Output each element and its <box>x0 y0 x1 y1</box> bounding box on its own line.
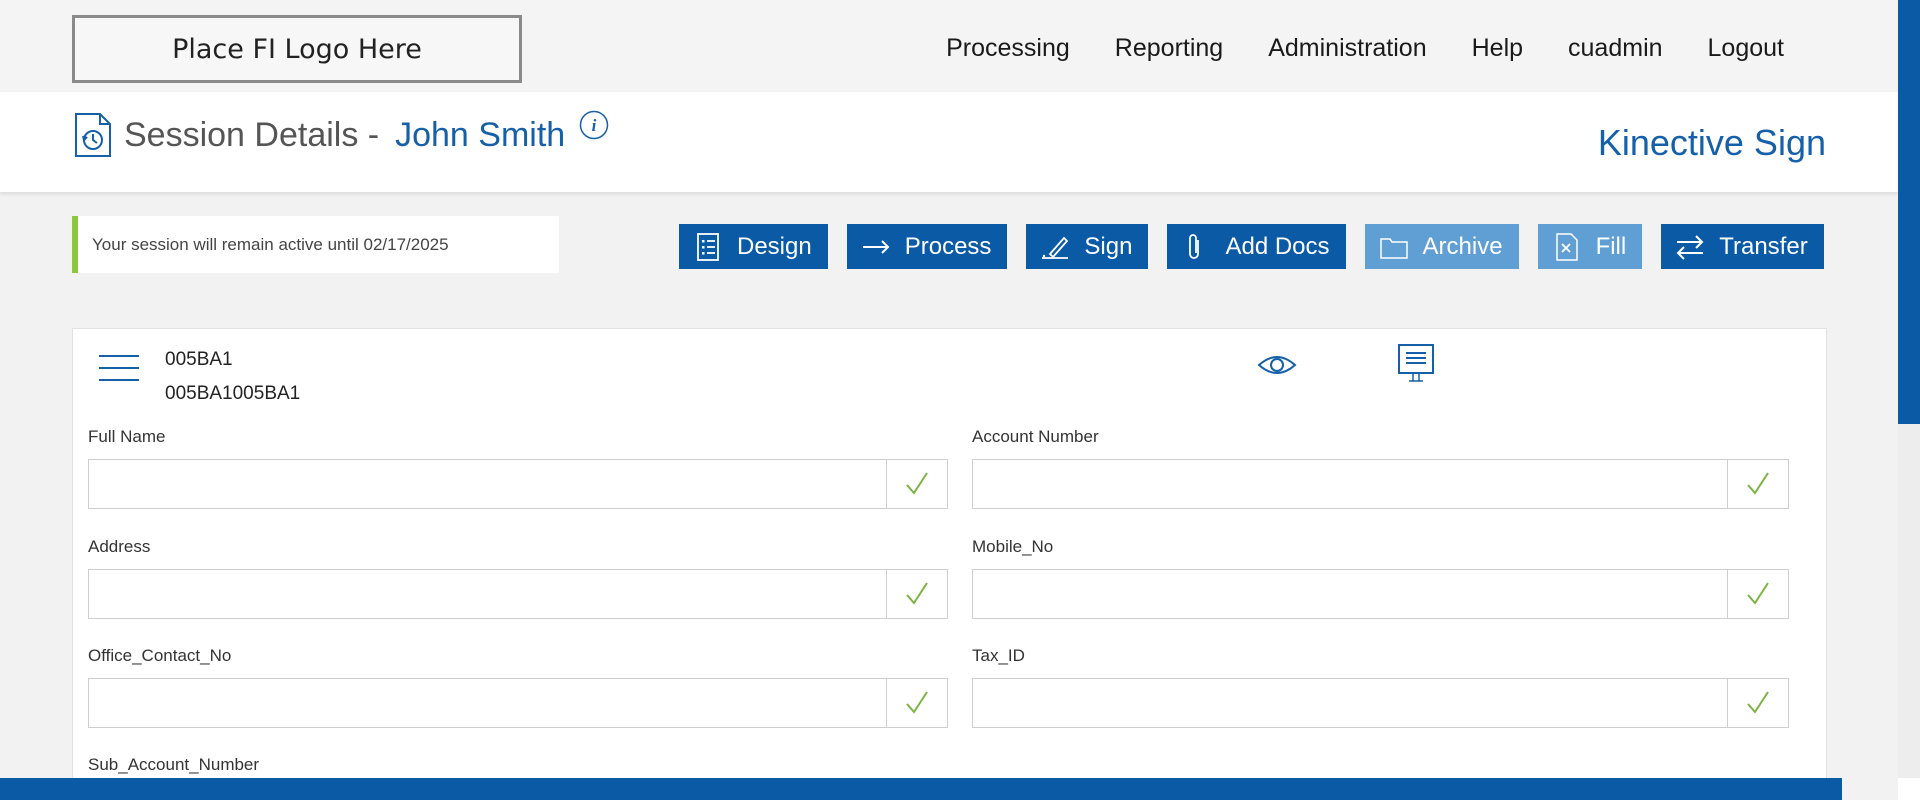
session-details-label: Session Details - <box>124 115 380 154</box>
mobile-no-check-button[interactable] <box>1727 570 1788 618</box>
arrow-right-icon <box>862 239 890 254</box>
monitor-icon[interactable] <box>1397 343 1435 383</box>
document-code: 005BA1 <box>165 349 233 370</box>
hamburger-icon[interactable] <box>99 355 139 383</box>
transfer-button-label: Transfer <box>1719 232 1808 260</box>
nav-administration[interactable]: Administration <box>1268 34 1426 63</box>
top-bar: Place FI Logo Here Processing Reporting … <box>0 0 1898 92</box>
sign-button-label: Sign <box>1084 232 1133 260</box>
account-number-field: Account Number <box>972 427 1789 509</box>
full-name-label: Full Name <box>88 427 166 446</box>
svg-text:i: i <box>592 116 597 135</box>
office-contact-no-input[interactable] <box>89 679 886 727</box>
info-icon[interactable]: i <box>579 110 609 140</box>
check-icon <box>906 691 928 714</box>
tax-id-field: Tax_ID <box>972 646 1789 728</box>
session-expiry-text: Your session will remain active until 02… <box>92 234 449 254</box>
eye-icon[interactable] <box>1257 351 1297 379</box>
checklist-icon <box>697 232 719 261</box>
nav-help[interactable]: Help <box>1472 34 1523 63</box>
account-number-check-button[interactable] <box>1727 460 1788 508</box>
office-contact-no-field: Office_Contact_No <box>88 646 948 728</box>
nav-reporting[interactable]: Reporting <box>1115 34 1223 63</box>
pen-icon <box>1042 236 1069 259</box>
archive-button[interactable]: Archive <box>1364 224 1519 269</box>
fi-logo-placeholder[interactable]: Place FI Logo Here <box>72 15 522 83</box>
account-number-input[interactable] <box>973 460 1727 508</box>
tax-id-label: Tax_ID <box>972 646 1025 665</box>
add-docs-button-label: Add Docs <box>1225 232 1330 260</box>
fill-button-label: Fill <box>1595 232 1627 260</box>
nav-processing[interactable]: Processing <box>946 34 1070 63</box>
check-icon <box>1747 472 1769 495</box>
design-button-label: Design <box>737 232 812 260</box>
office-contact-no-check-button[interactable] <box>886 679 947 727</box>
paperclip-icon <box>1189 233 1200 259</box>
nav-user-account[interactable]: cuadmin <box>1568 34 1663 63</box>
form-fill-icon <box>1555 232 1578 261</box>
mobile-no-input[interactable] <box>973 570 1727 618</box>
scrollbar-thumb[interactable] <box>1898 0 1920 424</box>
document-card: 005BA1 005BA1005BA1 Full Name Address Of… <box>72 328 1827 800</box>
fill-button[interactable]: Fill <box>1537 224 1643 269</box>
scrollbar-corner <box>1898 778 1920 800</box>
history-document-icon <box>75 113 111 157</box>
check-icon <box>906 472 928 495</box>
brand-name: Kinective Sign <box>1597 122 1826 163</box>
document-identifier: 005BA1 005BA1005BA1 <box>165 343 300 411</box>
check-icon <box>906 582 928 605</box>
sub-account-number-label: Sub_Account_Number <box>88 755 260 774</box>
session-customer-name: John Smith <box>395 115 566 154</box>
sign-button[interactable]: Sign <box>1026 224 1149 269</box>
bottom-bar <box>0 778 1842 800</box>
tax-id-check-button[interactable] <box>1727 679 1788 727</box>
design-button[interactable]: Design <box>679 224 828 269</box>
folder-icon <box>1379 237 1408 259</box>
transfer-button[interactable]: Transfer <box>1661 224 1824 269</box>
document-full-code: 005BA1005BA1 <box>165 383 301 404</box>
page-title: Session Details - John Smith i <box>74 110 609 158</box>
page-header: Session Details - John Smith i Kinective… <box>0 92 1898 192</box>
full-name-check-button[interactable] <box>886 460 947 508</box>
tax-id-input[interactable] <box>973 679 1727 727</box>
action-toolbar: Design Process Sign Add Docs Archive Fil… <box>679 224 1824 269</box>
address-check-button[interactable] <box>886 570 947 618</box>
full-name-input[interactable] <box>89 460 886 508</box>
address-field: Address <box>88 537 948 619</box>
address-label: Address <box>88 537 151 556</box>
add-docs-button[interactable]: Add Docs <box>1167 224 1346 269</box>
nav-logout[interactable]: Logout <box>1708 34 1784 63</box>
account-number-label: Account Number <box>972 427 1099 446</box>
process-button-label: Process <box>904 232 992 260</box>
address-input[interactable] <box>89 570 886 618</box>
session-expiry-notice: Your session will remain active until 02… <box>72 216 559 273</box>
transfer-arrows-icon <box>1676 234 1704 260</box>
full-name-field: Full Name <box>88 427 948 509</box>
check-icon <box>1747 691 1769 714</box>
office-contact-no-label: Office_Contact_No <box>88 646 232 665</box>
scrollbar-track[interactable] <box>1898 424 1920 800</box>
archive-button-label: Archive <box>1422 232 1503 260</box>
mobile-no-label: Mobile_No <box>972 537 1054 556</box>
top-navigation: Processing Reporting Administration Help… <box>946 34 1784 63</box>
process-button[interactable]: Process <box>846 224 1008 269</box>
check-icon <box>1747 582 1769 605</box>
mobile-no-field: Mobile_No <box>972 537 1789 619</box>
